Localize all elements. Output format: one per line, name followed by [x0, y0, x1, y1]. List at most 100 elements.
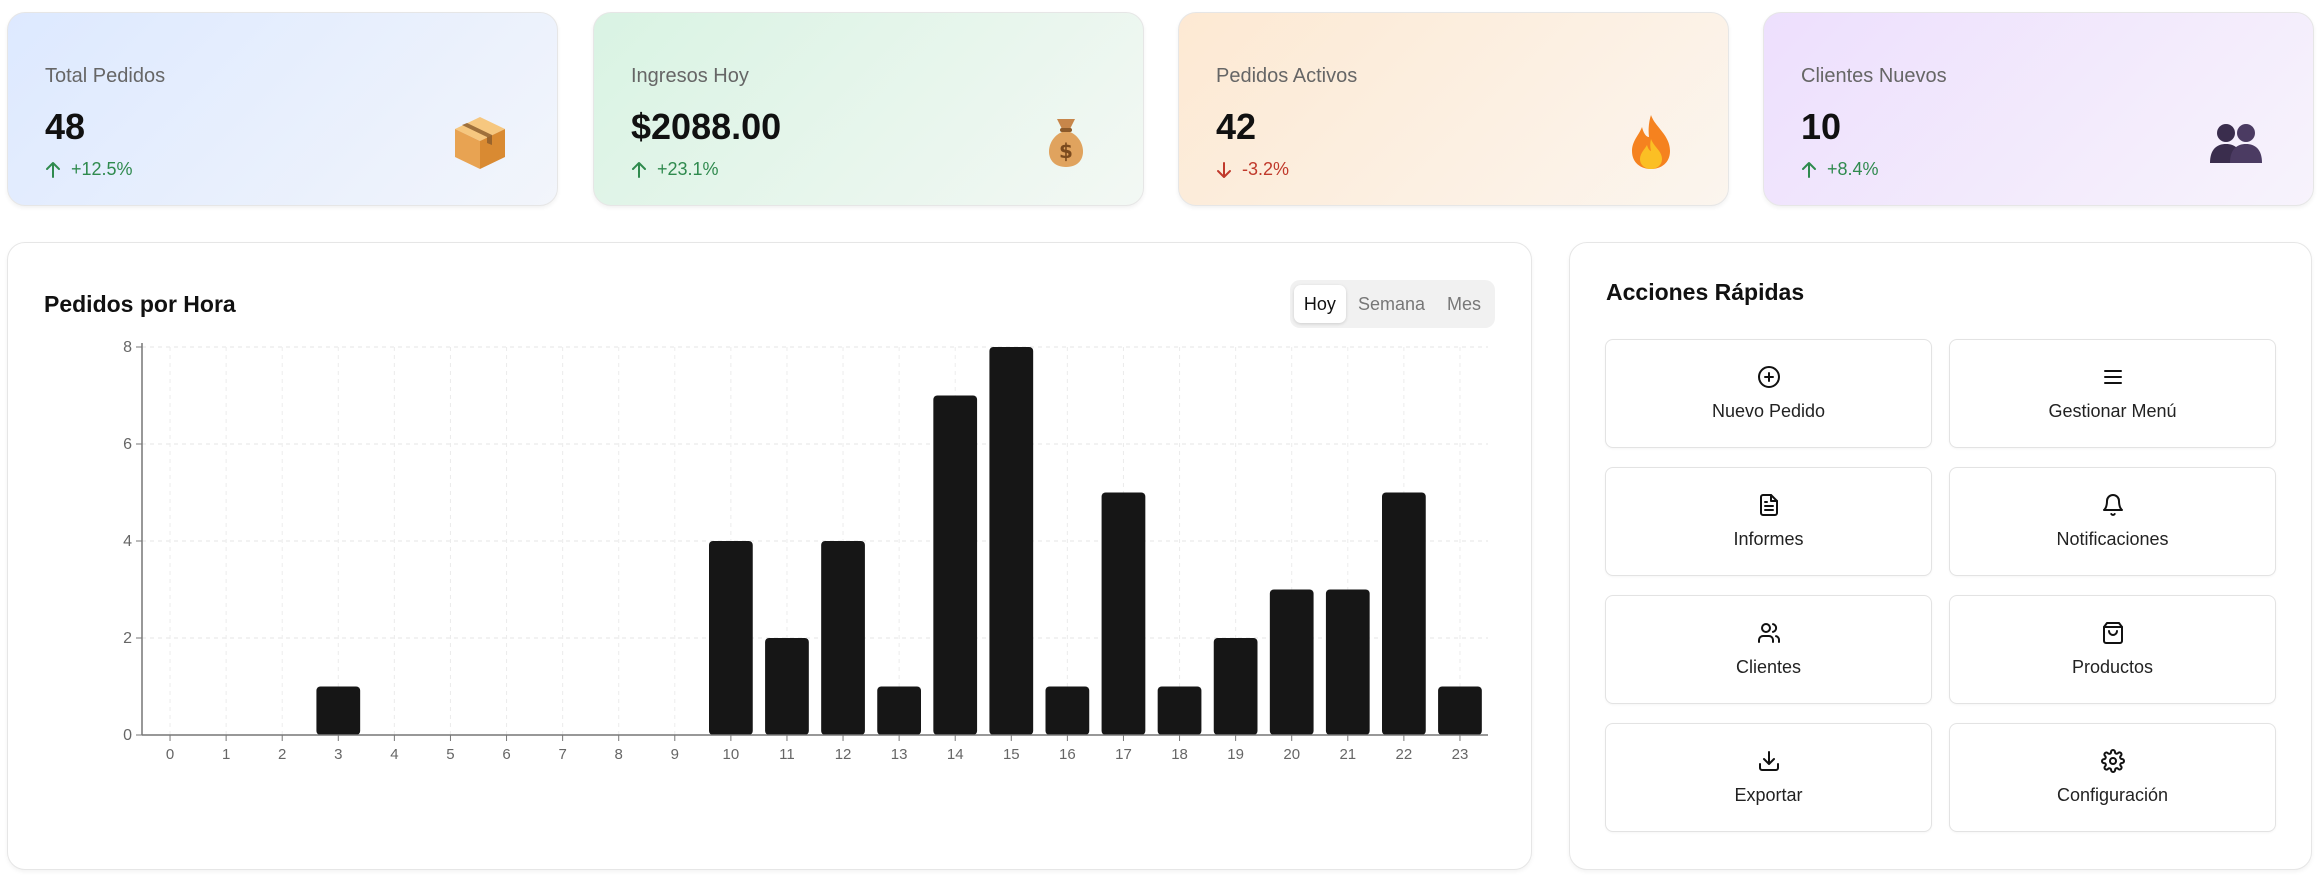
stat-card-new-clients: Clientes Nuevos 10 +8.4% — [1763, 12, 2314, 206]
x-tick-label: 1 — [222, 746, 230, 763]
stat-delta: +23.1% — [631, 159, 719, 180]
x-tick-label: 14 — [947, 746, 964, 763]
y-tick-label: 8 — [123, 339, 132, 356]
new-order-button[interactable]: Nuevo Pedido — [1605, 339, 1932, 448]
action-label: Gestionar Menú — [2048, 401, 2177, 421]
stat-delta-value: +12.5% — [71, 159, 133, 179]
users-icon — [2210, 124, 2262, 163]
x-tick-label: 23 — [1452, 746, 1469, 763]
x-tick-label: 8 — [615, 746, 623, 763]
x-tick-label: 11 — [779, 746, 795, 763]
bar-19 — [1213, 638, 1258, 735]
orders-bar-chart: 024680 1 2 3 4 5 6 7 8 9 10 11 12 13 14 15 16 17 18 19 20 21 2… — [123, 339, 1488, 763]
x-tick-label: 15 — [1003, 746, 1020, 763]
stat-label: Total Pedidos — [45, 65, 166, 87]
stat-card-active-orders: Pedidos Activos 42 -3.2% — [1178, 12, 1729, 206]
arrow-up-icon — [46, 161, 60, 178]
arrow-down-icon — [1217, 161, 1231, 178]
bar-22 — [1382, 492, 1426, 735]
file-text-icon — [1759, 494, 1778, 516]
settings-icon — [2100, 749, 2125, 773]
stat-card-revenue-today: Ingresos Hoy $2088.00 +23.1% $ — [593, 12, 1144, 206]
fire-icon — [1632, 115, 1670, 169]
x-tick-label: 13 — [891, 746, 908, 763]
x-tick-label: 4 — [390, 746, 398, 763]
x-tick-label: 6 — [502, 746, 510, 763]
arrow-up-icon — [632, 161, 646, 178]
y-tick-label: 0 — [123, 727, 132, 744]
bar-17 — [1101, 492, 1146, 735]
x-tick-label: 9 — [671, 746, 679, 763]
action-label: Informes — [1733, 529, 1804, 549]
money-bag-icon: $ — [1048, 119, 1084, 167]
bar-21 — [1325, 589, 1370, 735]
quick-actions-title: Acciones Rápidas — [1606, 279, 1805, 305]
stat-delta: +8.4% — [1801, 159, 1879, 180]
products-button[interactable]: Productos — [1949, 595, 2276, 704]
clients-button[interactable]: Clientes — [1605, 595, 1932, 704]
package-icon — [455, 117, 505, 169]
x-tick-label: 16 — [1059, 746, 1076, 763]
bar-10 — [709, 541, 753, 735]
x-tick-label: 2 — [278, 746, 286, 763]
download-icon — [1758, 751, 1779, 771]
shopping-bag-icon — [2102, 622, 2123, 644]
action-label: Exportar — [1734, 785, 1803, 805]
action-label: Nuevo Pedido — [1711, 401, 1826, 421]
stat-delta-value: +23.1% — [657, 159, 719, 179]
y-tick-label: 2 — [123, 630, 132, 647]
bar-3 — [316, 686, 361, 735]
quick-actions-panel: Acciones Rápidas Nuevo Pedido Gestionar … — [1569, 242, 2312, 870]
plus-circle-icon — [1757, 366, 1780, 388]
bar-18 — [1157, 686, 1202, 735]
x-tick-label: 18 — [1171, 746, 1188, 763]
settings-button[interactable]: Configuración — [1949, 723, 2276, 832]
bar-14 — [933, 395, 978, 735]
x-tick-label: 12 — [835, 746, 852, 763]
x-tick-label: 10 — [723, 746, 740, 763]
stat-label: Pedidos Activos — [1216, 65, 1358, 87]
stat-value: 10 — [1801, 106, 1842, 147]
reports-button[interactable]: Informes — [1605, 467, 1932, 576]
bar-13 — [877, 686, 921, 735]
notifications-button[interactable]: Notificaciones — [1949, 467, 2276, 576]
x-tick-label: 17 — [1115, 746, 1132, 763]
users-outline-icon — [1757, 623, 1780, 643]
orders-per-hour-panel: Pedidos por Hora Hoy Semana Mes 02468012… — [7, 242, 1532, 870]
stat-delta: +12.5% — [45, 159, 133, 180]
action-label: Notificaciones — [2056, 529, 2169, 549]
x-tick-label: 22 — [1396, 746, 1413, 763]
x-tick-label: 5 — [446, 746, 454, 763]
bell-icon — [2102, 494, 2123, 516]
svg-text:$: $ — [1059, 139, 1073, 163]
stat-value: 42 — [1216, 106, 1257, 147]
action-label: Productos — [2071, 657, 2154, 677]
x-tick-label: 21 — [1339, 746, 1356, 763]
x-tick-label: 20 — [1283, 746, 1300, 763]
bar-15 — [989, 347, 1034, 735]
arrow-up-icon — [1802, 161, 1816, 178]
x-tick-label: 0 — [166, 746, 174, 763]
y-tick-label: 4 — [123, 533, 132, 550]
stat-label: Clientes Nuevos — [1801, 65, 1947, 87]
action-label: Configuración — [2056, 785, 2169, 805]
bar-16 — [1045, 686, 1090, 735]
action-label: Clientes — [1735, 657, 1802, 677]
stat-delta-value: +8.4% — [1827, 159, 1879, 179]
export-button[interactable]: Exportar — [1605, 723, 1932, 832]
stat-delta: -3.2% — [1216, 159, 1289, 180]
stat-value: 48 — [45, 106, 86, 147]
bar-12 — [821, 541, 865, 735]
manage-menu-button[interactable]: Gestionar Menú — [1949, 339, 2276, 448]
y-tick-label: 6 — [123, 436, 132, 453]
stat-delta-value: -3.2% — [1242, 159, 1290, 179]
stat-value: $2088.00 — [631, 106, 782, 147]
x-tick-label: 3 — [334, 746, 342, 763]
bar-23 — [1438, 686, 1482, 735]
x-tick-label: 7 — [558, 746, 566, 763]
x-tick-label: 19 — [1227, 746, 1244, 763]
bar-20 — [1269, 589, 1314, 735]
stat-label: Ingresos Hoy — [631, 65, 749, 87]
bar-11 — [765, 638, 809, 735]
stat-card-total-orders: Total Pedidos 48 +12.5% — [7, 12, 558, 206]
